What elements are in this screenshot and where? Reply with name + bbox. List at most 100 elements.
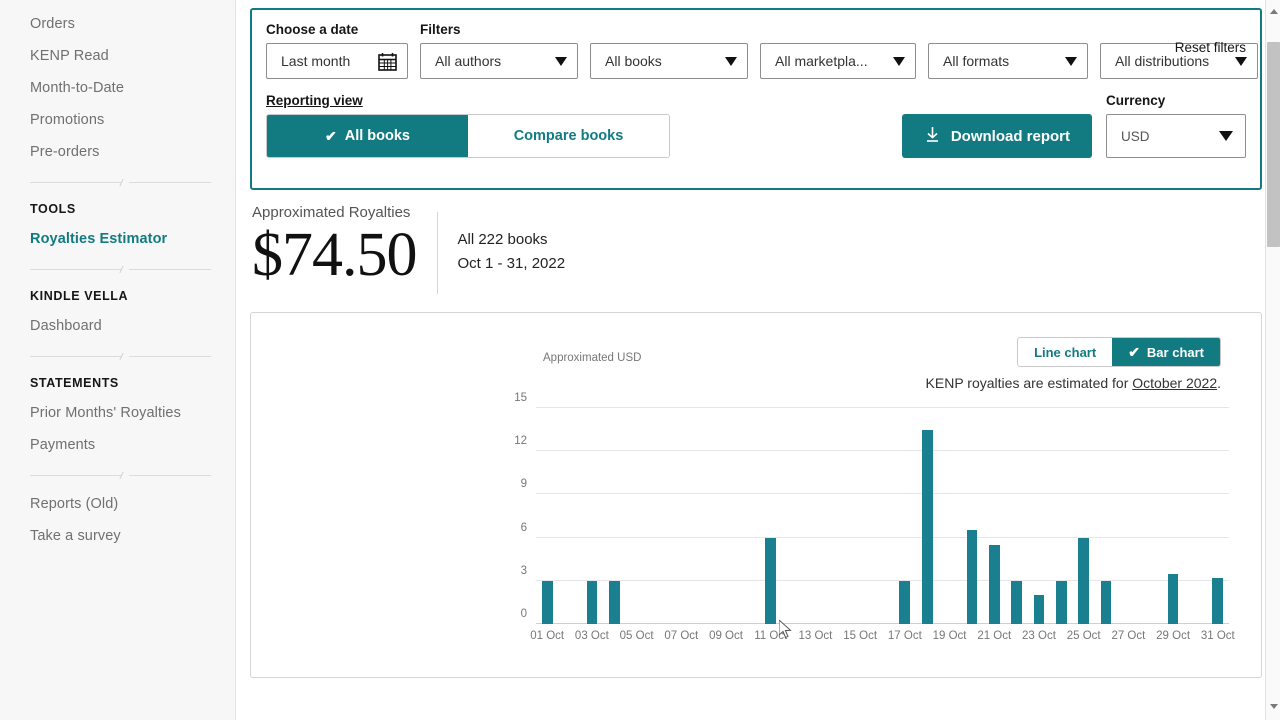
- bar[interactable]: [1011, 580, 1022, 624]
- sidebar-divider-1: [30, 182, 211, 183]
- bar[interactable]: [1055, 580, 1067, 624]
- y-axis-tick-label: 3: [520, 564, 527, 577]
- books-select[interactable]: All books: [590, 43, 748, 79]
- bar[interactable]: [1167, 573, 1179, 624]
- sidebar-item-orders[interactable]: Orders: [0, 8, 235, 40]
- summary-title: Approximated Royalties: [252, 204, 411, 221]
- sidebar-item-kenp-read[interactable]: KENP Read: [0, 40, 235, 72]
- x-axis-tick-label: 05 Oct: [619, 630, 654, 642]
- filters-actions: Download report Currency USD: [901, 93, 1246, 158]
- x-axis-tick-label: 21 Oct: [977, 630, 1012, 642]
- x-axis-tick-label: 23 Oct: [1022, 630, 1056, 642]
- y-axis-title: Approximated USD: [543, 352, 642, 364]
- currency-select[interactable]: USD: [1106, 114, 1246, 158]
- bar[interactable]: [921, 429, 933, 624]
- scroll-up-arrow-icon[interactable]: [1266, 4, 1280, 19]
- choose-a-date-label: Choose a date: [266, 22, 359, 37]
- check-icon: ✔: [325, 128, 337, 144]
- chevron-down-icon: [1219, 131, 1233, 141]
- x-axis-tick-label: 19 Oct: [932, 630, 967, 642]
- chevron-down-icon: [893, 56, 905, 66]
- sidebar-item-reports-old[interactable]: Reports (Old): [0, 488, 235, 520]
- tab-compare-books[interactable]: Compare books: [468, 115, 669, 157]
- tab-all-books[interactable]: ✔ All books: [267, 115, 468, 157]
- kenp-note-month-link[interactable]: October 2022: [1132, 375, 1217, 391]
- formats-select[interactable]: All formats: [928, 43, 1088, 79]
- x-axis-tick-label: 27 Oct: [1111, 630, 1146, 642]
- sidebar-divider-2: [30, 269, 211, 270]
- chart-type-toggle: Line chart ✔ Bar chart: [1017, 337, 1221, 367]
- chevron-down-icon: [1235, 56, 1247, 66]
- bar[interactable]: [541, 580, 553, 624]
- scrollbar-thumb[interactable]: [1267, 42, 1280, 247]
- y-axis-tick-label: 6: [520, 521, 527, 534]
- currency-select-value: USD: [1121, 128, 1150, 144]
- sidebar-section-tools: TOOLS: [30, 202, 76, 216]
- chevron-down-icon: [1065, 56, 1077, 66]
- kenp-note-suffix: .: [1217, 375, 1221, 391]
- x-axis-tick-label: 15 Oct: [843, 630, 878, 642]
- bar[interactable]: [1212, 577, 1224, 624]
- formats-select-value: All formats: [943, 53, 1010, 69]
- sidebar-item-take-a-survey[interactable]: Take a survey: [0, 520, 235, 552]
- sidebar-item-royalties-estimator[interactable]: Royalties Estimator: [0, 223, 235, 255]
- chevron-down-icon: [555, 56, 567, 66]
- download-icon: [924, 126, 941, 147]
- x-axis-tick-label: 25 Oct: [1066, 630, 1101, 642]
- sidebar-item-promotions[interactable]: Promotions: [0, 104, 235, 136]
- bar[interactable]: [988, 544, 1000, 624]
- royalties-summary: Approximated Royalties $74.50 All 222 bo…: [252, 204, 1262, 300]
- summary-meta: All 222 books Oct 1 - 31, 2022: [458, 228, 566, 276]
- sidebar-section-statements: STATEMENTS: [30, 376, 119, 390]
- check-icon: ✔: [1128, 344, 1140, 360]
- sidebar-divider-4: [30, 475, 211, 476]
- marketplaces-select[interactable]: All marketpla...: [760, 43, 916, 79]
- y-axis-tick-label: 0: [520, 608, 527, 620]
- tab-bar-chart[interactable]: ✔ Bar chart: [1112, 338, 1220, 366]
- tab-compare-books-label: Compare books: [513, 128, 624, 144]
- summary-divider: [436, 212, 438, 294]
- bar[interactable]: [608, 580, 620, 624]
- y-axis-tick-label: 12: [514, 435, 527, 448]
- bar[interactable]: [1100, 580, 1112, 624]
- reset-filters-link[interactable]: Reset filters: [1175, 40, 1246, 55]
- bar[interactable]: [765, 537, 777, 624]
- y-axis-tick-label: 15: [514, 392, 527, 404]
- scroll-down-arrow-icon[interactable]: [1266, 699, 1280, 714]
- sidebar-item-pre-orders[interactable]: Pre-orders: [0, 136, 235, 168]
- filters-label: Filters: [420, 22, 461, 37]
- sidebar-item-prior-months-royalties[interactable]: Prior Months' Royalties: [0, 397, 235, 429]
- download-report-label: Download report: [950, 127, 1070, 145]
- date-filter-group: Choose a date Last month: [266, 22, 408, 79]
- filters-row-top: Choose a date Last month Filters All aut…: [258, 22, 1258, 79]
- date-range-select[interactable]: Last month: [266, 43, 408, 79]
- summary-amount: $74.50: [252, 221, 417, 289]
- tab-line-chart[interactable]: Line chart: [1018, 338, 1113, 366]
- tab-line-chart-label: Line chart: [1034, 344, 1097, 360]
- bar[interactable]: [1078, 537, 1090, 624]
- mouse-cursor-icon: [778, 618, 793, 645]
- vertical-scrollbar[interactable]: [1265, 0, 1280, 720]
- sidebar-item-dashboard[interactable]: Dashboard: [0, 310, 235, 342]
- marketplaces-select-value: All marketpla...: [775, 53, 868, 69]
- x-axis-tick-label: 07 Oct: [664, 630, 699, 642]
- sidebar-item-month-to-date[interactable]: Month-to-Date: [0, 72, 235, 104]
- currency-group: Currency USD: [1106, 93, 1246, 158]
- sidebar-section-kindle-vella: KINDLE VELLA: [30, 289, 129, 303]
- filters-group: Filters All authors All books All market…: [420, 22, 1258, 79]
- download-report-button[interactable]: Download report: [901, 114, 1092, 158]
- app-root: Orders KENP Read Month-to-Date Promotion…: [0, 0, 1280, 720]
- sidebar-divider-3: [30, 356, 211, 357]
- bars-group: [536, 408, 1229, 624]
- x-axis-tick-label: 01 Oct: [530, 630, 565, 642]
- summary-amount-block: Approximated Royalties $74.50: [252, 204, 417, 300]
- filters-row-bottom: Reporting view ✔ All books Compare books: [258, 93, 1246, 158]
- chart-grid: 0 3 6 9 12 15: [514, 392, 1229, 624]
- bar[interactable]: [899, 580, 911, 624]
- bar[interactable]: [586, 580, 598, 624]
- bar[interactable]: [966, 530, 978, 624]
- sidebar-item-payments[interactable]: Payments: [0, 429, 235, 461]
- authors-select-value: All authors: [435, 53, 502, 69]
- authors-select[interactable]: All authors: [420, 43, 578, 79]
- bar[interactable]: [1033, 595, 1045, 624]
